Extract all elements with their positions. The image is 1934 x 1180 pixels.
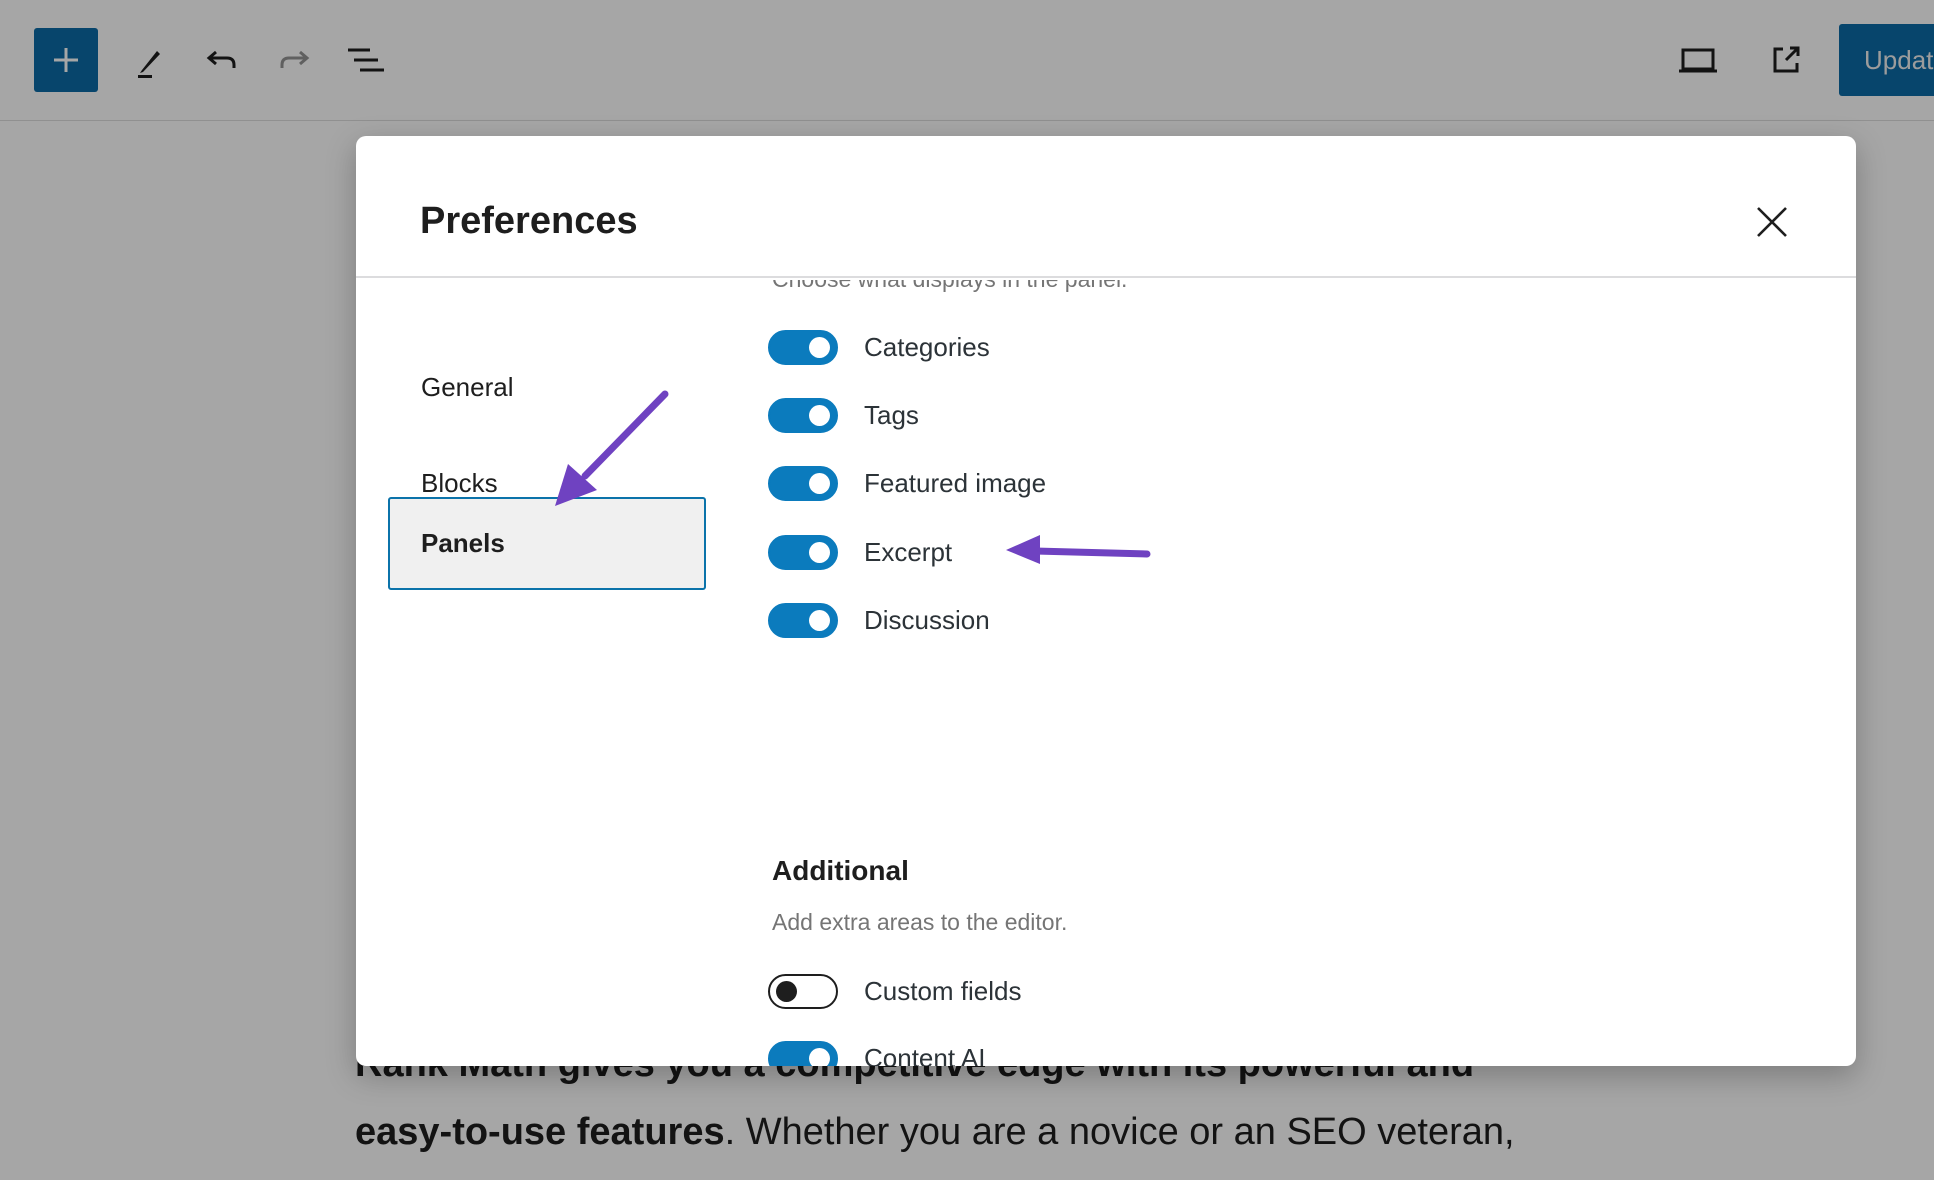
toggle-label[interactable]: Tags bbox=[864, 400, 919, 431]
categories-toggle[interactable] bbox=[768, 329, 838, 365]
additional-heading: Additional bbox=[772, 855, 909, 886]
toggle-row-content-ai: Content AI bbox=[768, 1038, 985, 1066]
panel-section-description: Choose what displays in the panel. bbox=[772, 280, 1127, 293]
toggle-row-featured-image: Featured image bbox=[768, 463, 1046, 503]
close-icon bbox=[1757, 207, 1787, 237]
toggle-knob bbox=[776, 980, 797, 1002]
toggle-row-discussion: Discussion bbox=[768, 600, 990, 640]
toggle-knob bbox=[809, 1047, 830, 1066]
toggle-label[interactable]: Categories bbox=[864, 332, 990, 363]
nav-item-panels[interactable]: Panels bbox=[388, 497, 706, 590]
nav-item-label: Blocks bbox=[421, 468, 498, 498]
nav-item-general[interactable]: General bbox=[388, 341, 706, 434]
excerpt-toggle[interactable] bbox=[768, 534, 838, 570]
toggle-row-tags: Tags bbox=[768, 395, 919, 435]
modal-title: Preferences bbox=[420, 200, 638, 242]
content-ai-toggle[interactable] bbox=[768, 1040, 838, 1066]
toggle-knob bbox=[809, 472, 830, 494]
toggle-label[interactable]: Content AI bbox=[864, 1043, 985, 1067]
custom-fields-toggle[interactable] bbox=[768, 973, 838, 1009]
nav-item-label: Panels bbox=[421, 528, 505, 558]
panels-content[interactable]: Choose what displays in the panel. Categ… bbox=[736, 280, 1856, 1066]
toggle-knob bbox=[809, 541, 830, 563]
toggle-row-categories: Categories bbox=[768, 327, 990, 367]
toggle-knob bbox=[809, 609, 830, 631]
featured-image-toggle[interactable] bbox=[768, 465, 838, 501]
preferences-nav: General Blocks Panels bbox=[356, 278, 736, 1066]
discussion-toggle[interactable] bbox=[768, 602, 838, 638]
modal-header: Preferences bbox=[356, 136, 1856, 278]
toggle-row-custom-fields: Custom fields bbox=[768, 971, 1022, 1011]
toggle-knob bbox=[809, 404, 830, 426]
toggle-knob bbox=[809, 336, 830, 358]
nav-item-label: General bbox=[421, 372, 514, 402]
toggle-label[interactable]: Featured image bbox=[864, 468, 1046, 499]
toggle-label[interactable]: Discussion bbox=[864, 605, 990, 636]
toggle-label[interactable]: Excerpt bbox=[864, 537, 952, 568]
toggle-row-excerpt: Excerpt bbox=[768, 532, 952, 572]
close-button[interactable] bbox=[1746, 196, 1798, 248]
toggle-label[interactable]: Custom fields bbox=[864, 976, 1022, 1007]
tags-toggle[interactable] bbox=[768, 397, 838, 433]
additional-description: Add extra areas to the editor. bbox=[772, 909, 1068, 935]
preferences-modal: Preferences General Blocks Panels Choose… bbox=[356, 136, 1856, 1066]
